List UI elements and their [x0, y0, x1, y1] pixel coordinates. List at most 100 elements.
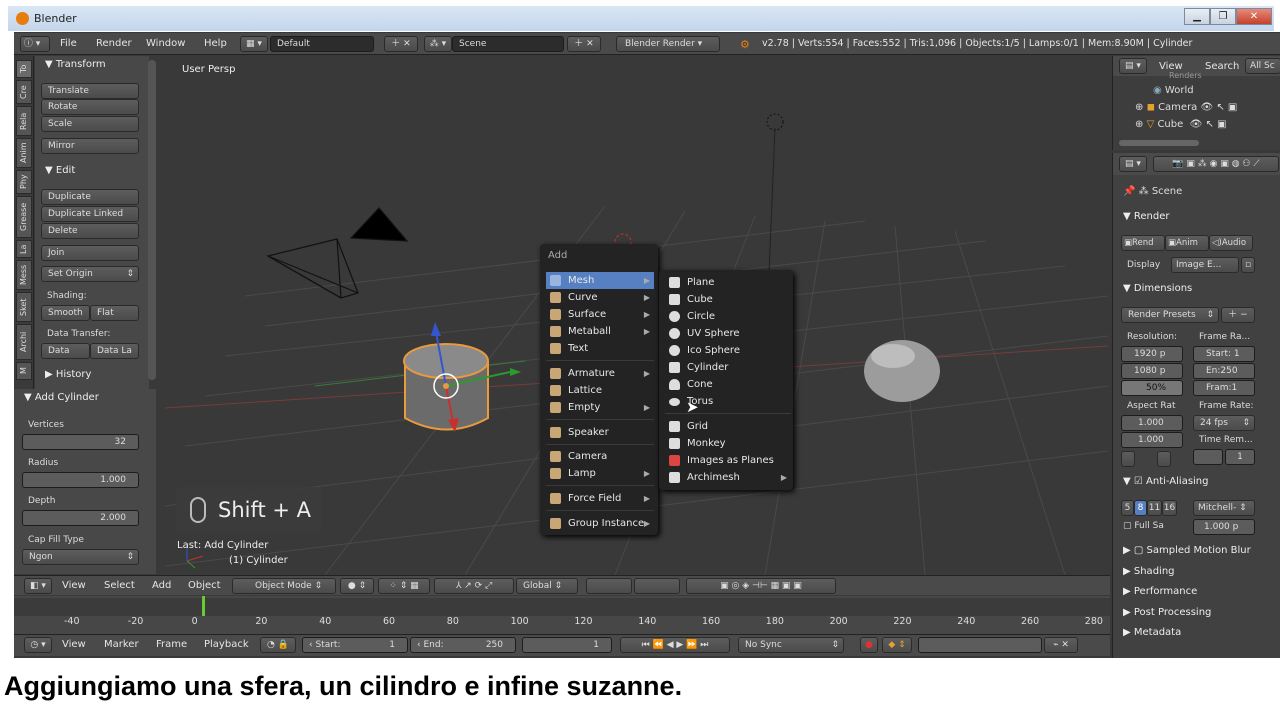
outliner-item-cube[interactable]: ⊕ ▽ Cube 👁 ↖ ▣ [1135, 119, 1227, 130]
timeline-editor-icon[interactable]: ◷ ▾ [24, 637, 52, 653]
smooth-button[interactable]: Smooth [41, 305, 90, 321]
view3d-editor-icon[interactable]: ◧ ▾ [24, 578, 52, 594]
add-menu-item-empty[interactable]: Empty ▶ [546, 399, 654, 416]
tool-tab-4[interactable]: Phy [16, 170, 32, 194]
aa-samples-5[interactable]: 5 [1121, 500, 1134, 516]
tool-tab-2[interactable]: Rela [16, 106, 32, 136]
tool-tab-1[interactable]: Cre [16, 80, 32, 104]
mesh-item-cube[interactable]: Cube [665, 291, 791, 308]
rotate-button[interactable]: Rotate [41, 99, 139, 115]
sync-select[interactable]: No Sync ⇕ [738, 637, 844, 653]
duplicate-linked-button[interactable]: Duplicate Linked [41, 206, 139, 222]
presets-add-remove[interactable]: ＋ − [1221, 307, 1255, 323]
frame-end-field[interactable]: En:250 [1193, 363, 1255, 379]
camera-object[interactable] [266, 207, 409, 299]
tool-tab-7[interactable]: Mess [16, 260, 32, 290]
preview-range-icon[interactable]: ◔ 🔒 [260, 637, 296, 653]
resolution-x-field[interactable]: 1920 p [1121, 346, 1183, 362]
outliner-scrollbar[interactable] [1119, 140, 1199, 146]
history-header[interactable]: ▶ History [45, 369, 91, 380]
timeline-menu-view[interactable]: View [62, 639, 86, 650]
crop-checkbox[interactable] [1157, 451, 1171, 467]
add-menu-item-lattice[interactable]: Lattice [546, 382, 654, 399]
tool-tab-5[interactable]: Grease [16, 196, 32, 238]
translate-button[interactable]: Translate [41, 83, 139, 99]
menu-help[interactable]: Help [204, 38, 227, 49]
minimize-button[interactable]: ▁ [1184, 8, 1210, 25]
post-processing-panel-header[interactable]: ▶ Post Processing [1123, 607, 1211, 618]
outliner-item-world[interactable]: ◉ World [1153, 85, 1194, 96]
manipulator-icons[interactable]: ⅄ ↗ ⟳ ⤢ [434, 578, 514, 594]
mesh-item-circle[interactable]: Circle [665, 308, 791, 325]
tool-tab-9[interactable]: Archi [16, 324, 32, 360]
aa-samples-11[interactable]: 11 [1147, 500, 1162, 516]
tool-tab-0[interactable]: To [16, 60, 32, 78]
add-menu-item-camera[interactable]: Camera [546, 448, 654, 465]
mesh-item-uv-sphere[interactable]: UV Sphere [665, 325, 791, 342]
vertices-field[interactable]: 32 [22, 434, 139, 450]
shading-panel-header[interactable]: ▶ Shading [1123, 566, 1175, 577]
add-menu-item-speaker[interactable]: Speaker [546, 424, 654, 441]
tool-tab-3[interactable]: Anim [16, 138, 32, 168]
data-layers-button[interactable]: Data La [90, 343, 139, 359]
resolution-y-field[interactable]: 1080 p [1121, 363, 1183, 379]
edit-header[interactable]: ▼ Edit [45, 165, 75, 176]
resolution-percent-field[interactable]: 50% [1121, 380, 1183, 396]
render-panel-header[interactable]: ▼ Render [1123, 211, 1169, 222]
mesh-item-cone[interactable]: Cone [665, 376, 791, 393]
add-menu-item-text[interactable]: Text [546, 340, 654, 357]
border-checkbox[interactable] [1121, 451, 1135, 467]
time-old-field[interactable] [1193, 449, 1223, 465]
add-menu-item-lamp[interactable]: Lamp ▶ [546, 465, 654, 482]
tool-tab-10[interactable]: M [16, 362, 32, 380]
scale-button[interactable]: Scale [41, 116, 139, 132]
add-menu-item-metaball[interactable]: Metaball ▶ [546, 323, 654, 340]
anti-aliasing-checkbox[interactable]: ☑ [1134, 476, 1143, 487]
outliner-display-select[interactable]: All Sc [1245, 58, 1280, 74]
add-menu-item-force-field[interactable]: Force Field ▶ [546, 490, 654, 507]
render-engine-select[interactable]: Blender Render ▾ [616, 36, 720, 52]
time-new-field[interactable]: 1 [1225, 449, 1255, 465]
radius-field[interactable]: 1.000 [22, 472, 139, 488]
aa-samples-8[interactable]: 8 [1134, 500, 1147, 516]
mesh-item-torus[interactable]: Torus [665, 393, 791, 410]
add-menu-item-group-instance[interactable]: Group Instance ▶ [546, 515, 654, 532]
anti-aliasing-panel-header[interactable]: ▼ ☑ Anti-Aliasing [1123, 476, 1209, 487]
lamp-object[interactable] [766, 113, 784, 131]
set-origin-select[interactable]: Set Origin ⇕ [41, 266, 139, 282]
scene-icon[interactable]: ⁂ ▾ [424, 36, 452, 52]
dimensions-panel-header[interactable]: ▼ Dimensions [1123, 283, 1192, 294]
properties-context-tabs[interactable]: 📷 ▣ ⁂ ◉ ▣ ◍ ⚇ ⟋ [1153, 156, 1279, 172]
editor-type-icon[interactable]: ⓘ ▾ [20, 36, 50, 52]
layout-add-remove[interactable]: ＋ ✕ [384, 36, 418, 52]
add-menu-item-surface[interactable]: Surface ▶ [546, 306, 654, 323]
keying-icon[interactable]: ◆ ⇕ [882, 637, 912, 653]
scene-field[interactable]: Scene [452, 36, 564, 52]
close-button[interactable]: ✕ [1236, 8, 1272, 25]
start-frame-field[interactable]: ‹ Start: 1 [302, 637, 408, 653]
render-audio-button[interactable]: ◁)Audio [1209, 235, 1253, 251]
display-select[interactable]: Image E... [1171, 257, 1239, 273]
layout-field[interactable]: Default [270, 36, 374, 52]
metadata-panel-header[interactable]: ▶ Metadata [1123, 627, 1181, 638]
cylinder-object[interactable] [403, 322, 521, 432]
layout-icon[interactable]: ▦ ▾ [240, 36, 268, 52]
operator-header[interactable]: ▼ Add Cylinder [24, 392, 99, 403]
outliner-item-camera[interactable]: ⊕ ◼ Camera 👁 ↖ ▣ [1135, 102, 1237, 113]
shading-mode-icon[interactable]: ● ⇕ [340, 578, 374, 594]
outliner-editor-icon[interactable]: ▤ ▾ [1119, 58, 1147, 74]
render-anim-button[interactable]: ▣Anim [1165, 235, 1209, 251]
viewport-menu-object[interactable]: Object [188, 580, 221, 591]
sampled-motion-blur-header[interactable]: ▶ ▢ Sampled Motion Blur [1123, 545, 1251, 556]
mesh-item-grid[interactable]: Grid [665, 418, 791, 435]
mesh-item-monkey[interactable]: Monkey [665, 435, 791, 452]
pivot-icon[interactable]: ⁘ ⇕ ▦ [378, 578, 430, 594]
data-button[interactable]: Data [41, 343, 90, 359]
timeline-menu-marker[interactable]: Marker [104, 639, 139, 650]
key-insert-delete[interactable]: ⌁ ✕ [1044, 637, 1078, 653]
orientation-select[interactable]: Global ⇕ [516, 578, 578, 594]
aspect-x-field[interactable]: 1.000 [1121, 415, 1183, 431]
filter-size-field[interactable]: 1.000 p [1193, 519, 1255, 535]
outliner-item-renders[interactable]: Renders [1169, 71, 1202, 80]
transform-header[interactable]: ▼ Transform [45, 59, 106, 70]
